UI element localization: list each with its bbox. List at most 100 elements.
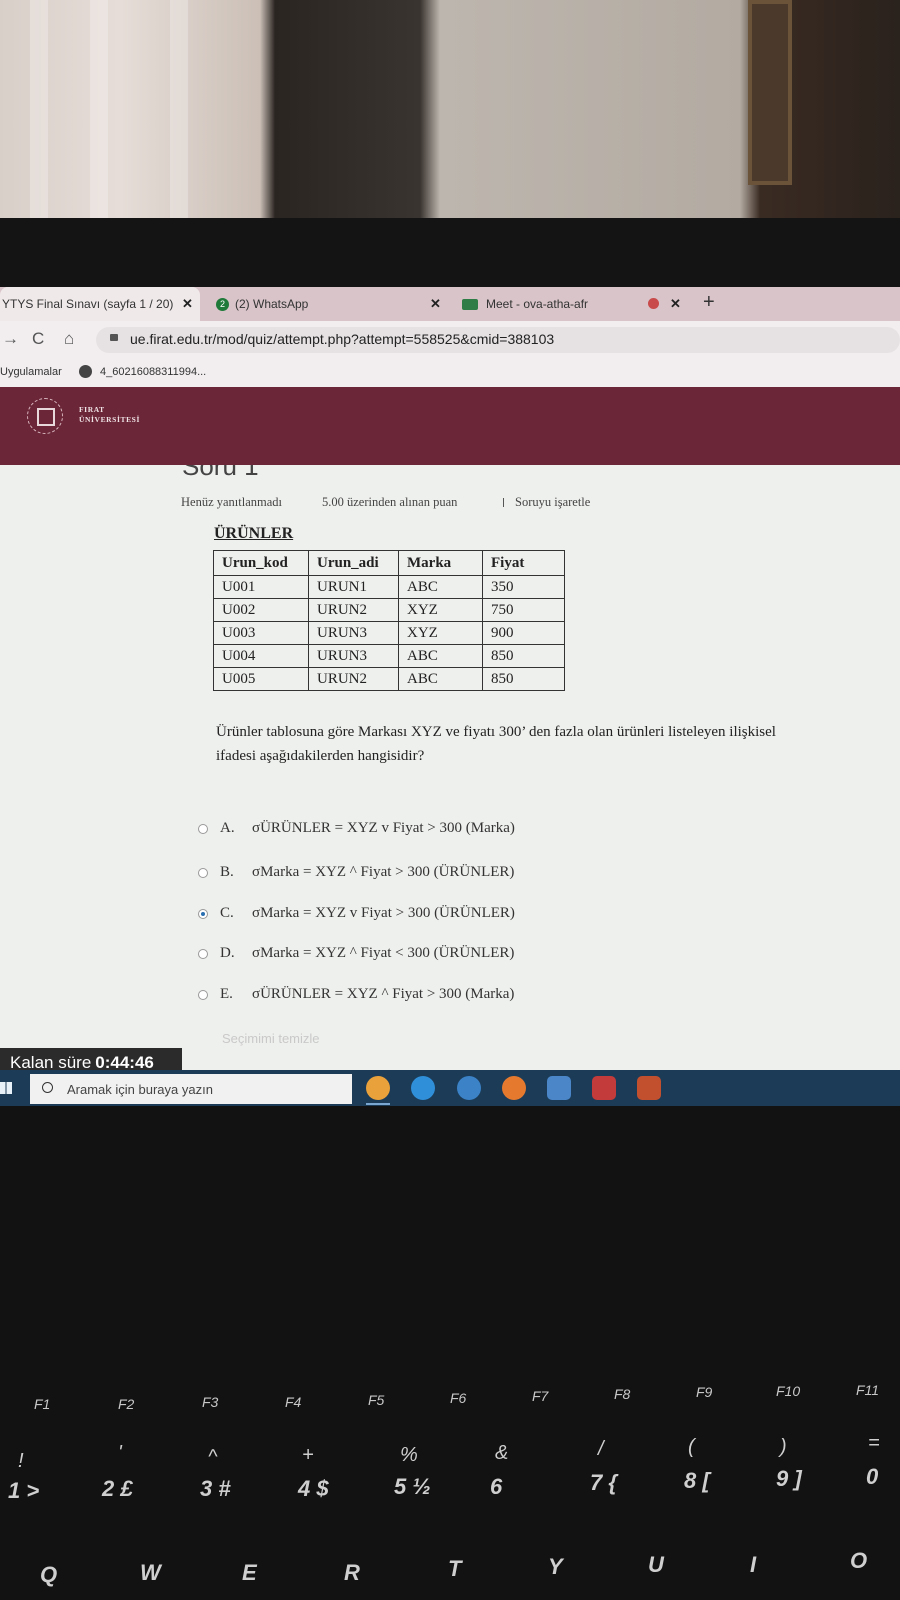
- flag-label: Soruyu işaretle: [515, 495, 591, 509]
- table-cell: ABC: [398, 575, 483, 599]
- table-row: U004 URUN3 ABC 850: [213, 644, 565, 668]
- monitor-bezel: [0, 218, 900, 483]
- option-letter: A.: [220, 820, 235, 836]
- logo-line-2: ÜNİVERSİTESİ: [79, 415, 140, 424]
- key-f5: F5: [368, 1392, 385, 1408]
- key-number: 8 [: [684, 1468, 710, 1493]
- key-number: 0: [866, 1464, 879, 1489]
- option-text: σÜRÜNLER = XYZ v Fiyat > 300 (Marka): [252, 820, 515, 836]
- key-letter: T: [448, 1556, 462, 1581]
- bookmark-apps[interactable]: Uygulamalar: [0, 366, 62, 378]
- table-header-row: Urun_kod Urun_adi Marka Fiyat: [213, 550, 565, 576]
- option-letter: B.: [220, 864, 234, 880]
- room-background: [0, 0, 900, 225]
- university-logo-icon[interactable]: [27, 398, 63, 434]
- table-cell: URUN3: [308, 621, 399, 645]
- flag-question-link[interactable]: Soruyu işaretle: [503, 495, 590, 510]
- app-icon[interactable]: [592, 1076, 616, 1100]
- search-icon: [42, 1082, 53, 1093]
- curtain-fold: [90, 0, 108, 225]
- radio-button[interactable]: [198, 823, 208, 834]
- table-header: Urun_kod: [213, 550, 309, 576]
- table-header: Marka: [398, 550, 483, 576]
- radio-button[interactable]: [198, 948, 208, 959]
- clear-choice-link[interactable]: Seçimimi temizle: [222, 1031, 320, 1046]
- table-cell: ABC: [398, 644, 483, 668]
- option-text: σÜRÜNLER = XYZ ^ Fiyat > 300 (Marka): [252, 986, 515, 1002]
- table-row: U002 URUN2 XYZ 750: [213, 598, 565, 622]
- reload-icon[interactable]: C: [32, 329, 44, 349]
- edge-icon[interactable]: [411, 1076, 435, 1100]
- table-cell: XYZ: [398, 598, 483, 622]
- key-symbol: =: [868, 1432, 880, 1454]
- close-icon[interactable]: ✕: [430, 296, 441, 312]
- option-letter: C.: [220, 905, 234, 921]
- option-text: σMarka = XYZ ^ Fiyat > 300 (ÜRÜNLER): [252, 864, 515, 880]
- wall-picture-frame: [748, 0, 792, 185]
- option-letter: E.: [220, 986, 233, 1002]
- key-symbol: +: [302, 1444, 314, 1466]
- chrome-icon[interactable]: [366, 1076, 390, 1105]
- option-e[interactable]: E. σÜRÜNLER = XYZ ^ Fiyat > 300 (Marka): [198, 986, 514, 1003]
- powerpoint-icon[interactable]: [637, 1076, 661, 1100]
- table-title: ÜRÜNLER: [214, 525, 294, 542]
- key-number: 7 {: [590, 1470, 617, 1495]
- table-cell: U001: [213, 575, 309, 599]
- firefox-icon[interactable]: [502, 1076, 526, 1100]
- zoom-icon[interactable]: [547, 1076, 571, 1100]
- laptop-keyboard: F1 F2 F3 F4 F5 F6 F7 F8 F9 F10 F11 ! ' ^…: [0, 1106, 900, 1600]
- radio-button[interactable]: [198, 867, 208, 878]
- option-text: σMarka = XYZ ^ Fiyat < 300 (ÜRÜNLER): [252, 945, 515, 961]
- option-b[interactable]: B. σMarka = XYZ ^ Fiyat > 300 (ÜRÜNLER): [198, 864, 514, 881]
- university-name: FIRAT ÜNİVERSİTESİ: [79, 405, 140, 425]
- forward-icon[interactable]: →: [2, 329, 19, 349]
- option-a[interactable]: A. σÜRÜNLER = XYZ v Fiyat > 300 (Marka): [198, 820, 515, 837]
- key-symbol: ^: [208, 1446, 218, 1468]
- logo-line-1: FIRAT: [79, 405, 105, 414]
- key-f11: F11: [856, 1382, 880, 1398]
- option-d[interactable]: D. σMarka = XYZ ^ Fiyat < 300 (ÜRÜNLER): [198, 945, 514, 962]
- table-header: Urun_adi: [308, 550, 399, 576]
- bookmark-favicon-icon: [79, 365, 92, 378]
- question-text: Ürünler tablosuna göre Markası XYZ ve fi…: [216, 720, 900, 768]
- key-number: 5 ½: [394, 1474, 431, 1499]
- tab-whatsapp[interactable]: 2 (2) WhatsApp ✕: [216, 287, 446, 321]
- key-number: 2 £: [102, 1476, 133, 1501]
- bookmark-item[interactable]: 4_60216088311994...: [100, 366, 206, 378]
- close-icon[interactable]: ✕: [182, 296, 193, 312]
- whatsapp-icon: 2: [216, 297, 229, 311]
- windows-start-icon[interactable]: [0, 1082, 12, 1094]
- taskbar-search-box[interactable]: Aramak için buraya yazın: [30, 1074, 352, 1104]
- table-row: U005 URUN2 ABC 850: [213, 667, 565, 691]
- table-cell: URUN3: [308, 644, 399, 668]
- tab-quiz[interactable]: YTYS Final Sınavı (sayfa 1 / 20) ✕: [0, 287, 200, 321]
- radio-button-selected[interactable]: [198, 908, 208, 919]
- close-icon[interactable]: ✕: [670, 296, 681, 312]
- search-placeholder: Aramak için buraya yazın: [67, 1082, 213, 1097]
- lock-icon: [110, 334, 118, 341]
- flag-icon: [503, 498, 511, 507]
- curtain-fold: [30, 0, 48, 225]
- question-text-line: ifadesi aşağıdakilerden hangisidir?: [216, 748, 425, 764]
- question-status: Henüz yanıtlanmadı: [181, 495, 283, 509]
- products-table: Urun_kod Urun_adi Marka Fiyat U001 URUN1…: [213, 550, 565, 691]
- key-f1: F1: [34, 1396, 51, 1412]
- internet-explorer-icon[interactable]: [457, 1076, 481, 1100]
- home-icon[interactable]: ⌂: [64, 329, 74, 349]
- new-tab-button[interactable]: +: [703, 291, 715, 314]
- key-letter: I: [750, 1552, 757, 1577]
- table-header: Fiyat: [482, 550, 565, 576]
- option-c[interactable]: C. σMarka = XYZ v Fiyat > 300 (ÜRÜNLER): [198, 905, 515, 922]
- key-f6: F6: [450, 1390, 467, 1406]
- key-f10: F10: [776, 1383, 801, 1399]
- bookmarks-bar: Uygulamalar 4_60216088311994...: [0, 359, 900, 387]
- key-f4: F4: [285, 1394, 302, 1410]
- key-symbol: &: [495, 1442, 509, 1464]
- question-text-line: Ürünler tablosuna göre Markası XYZ ve fi…: [216, 724, 776, 740]
- radio-button[interactable]: [198, 989, 208, 1000]
- key-symbol: /: [598, 1438, 604, 1460]
- address-bar[interactable]: ue.firat.edu.tr/mod/quiz/attempt.php?att…: [96, 327, 900, 353]
- key-letter: R: [344, 1560, 360, 1585]
- key-f3: F3: [202, 1394, 219, 1410]
- key-letter: Q: [40, 1562, 58, 1587]
